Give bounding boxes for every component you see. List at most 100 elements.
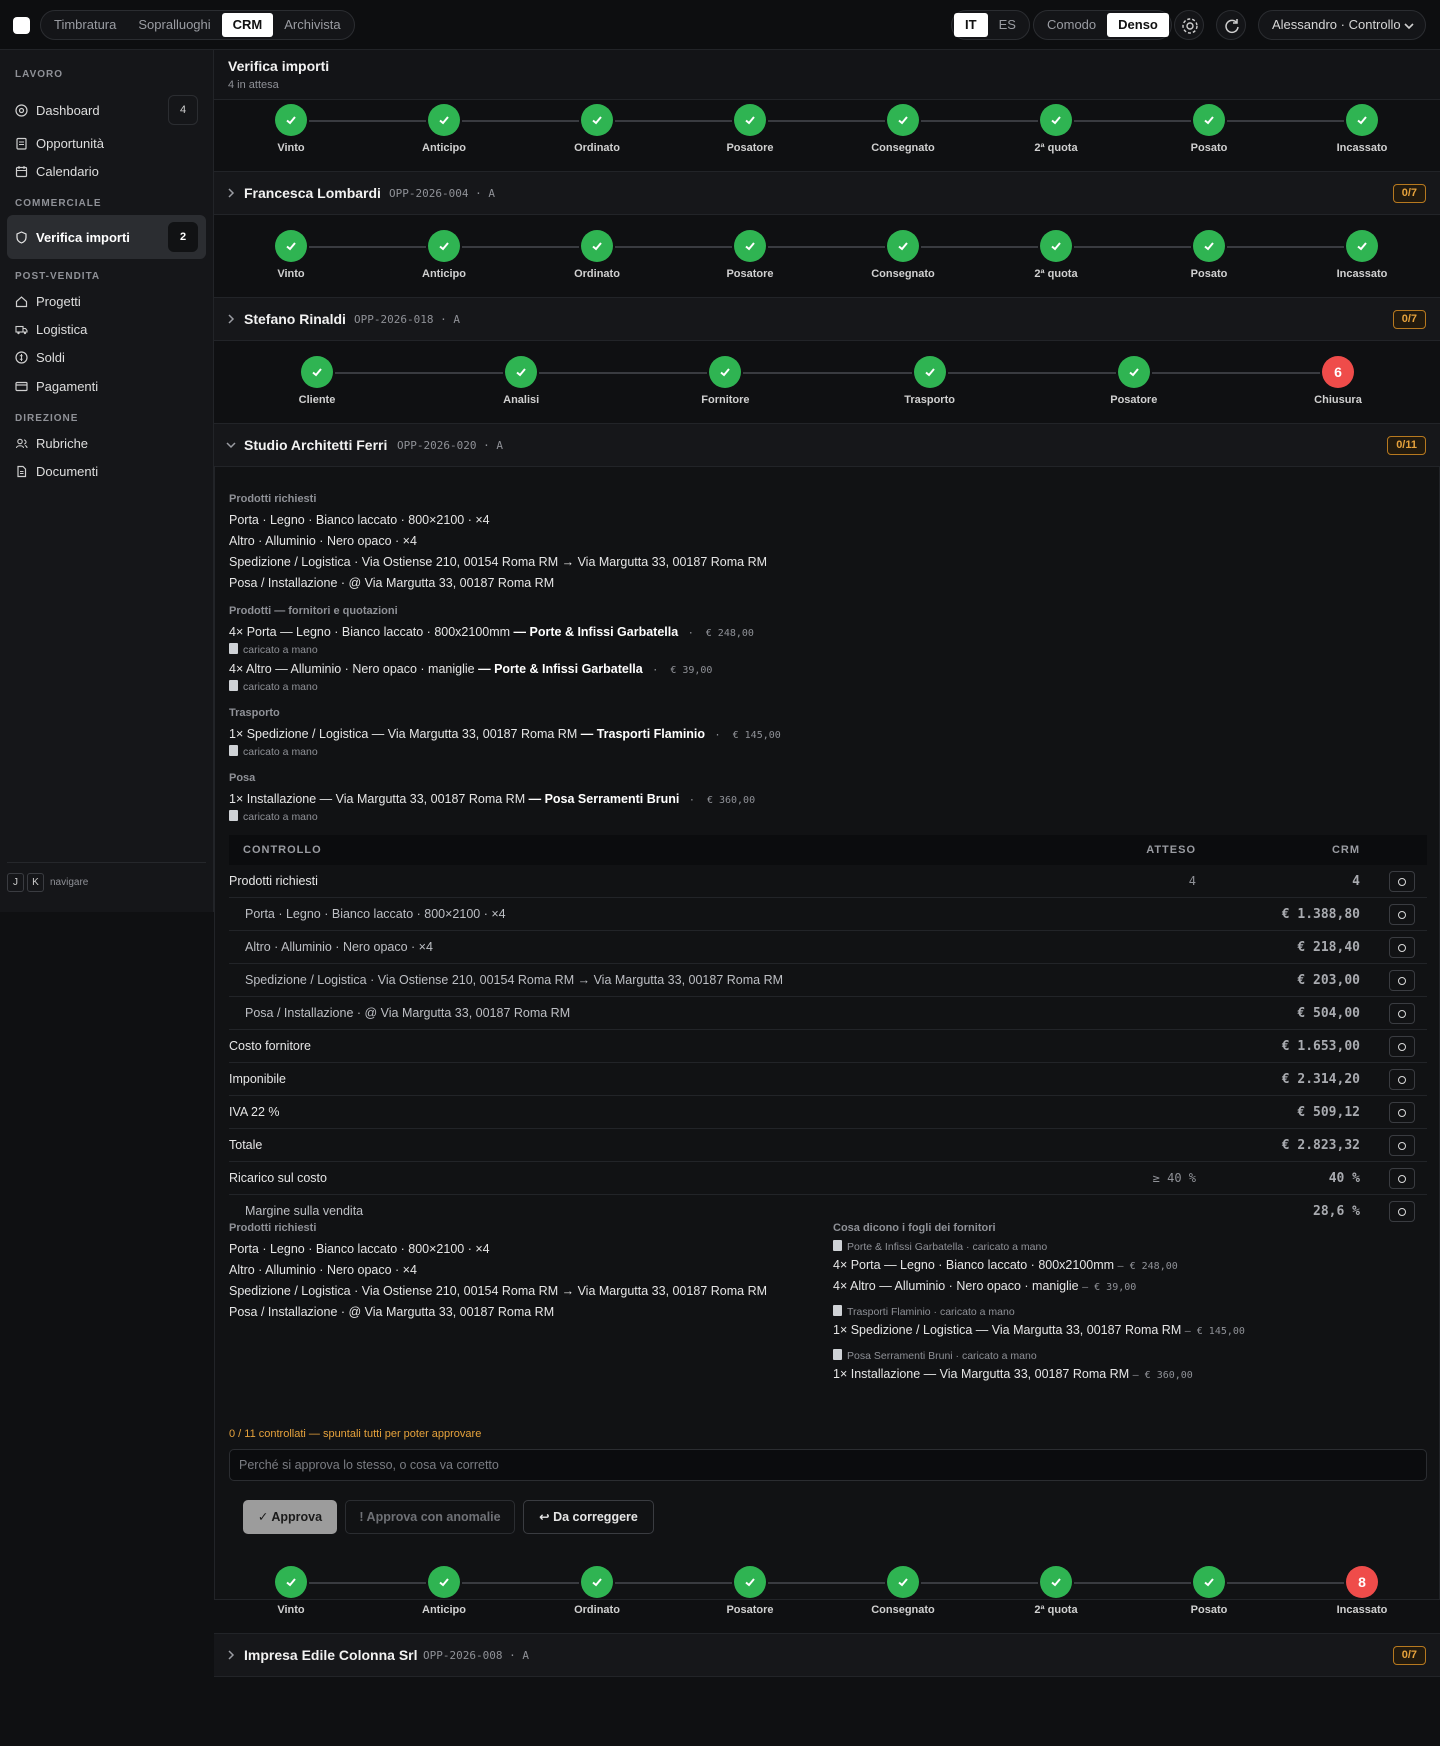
sidebar-item-verifica-importi[interactable]: Verifica importi 2	[7, 215, 206, 259]
document-icon	[229, 680, 238, 691]
control-row: Posa / Installazione · @ Via Margutta 33…	[229, 997, 1427, 1030]
control-label: Spedizione / Logistica · Via Ostiense 21…	[245, 973, 784, 987]
sheet-line: 1× Installazione — Via Margutta 33, 0018…	[833, 1367, 1193, 1381]
control-check-toggle[interactable]	[1389, 1069, 1415, 1090]
check-icon	[1346, 104, 1378, 136]
manual-upload-note: caricato a mano	[229, 810, 318, 823]
control-row: IVA 22 % € 509,12	[229, 1096, 1427, 1129]
check-icon	[734, 104, 766, 136]
tab-timbratura[interactable]: Timbratura	[43, 13, 127, 37]
opportunity-row-expanded[interactable]: Studio Architetti Ferri OPP-2026-020 · A…	[214, 423, 1440, 467]
control-check-toggle[interactable]	[1389, 937, 1415, 958]
progress-badge: 0/7	[1392, 310, 1426, 329]
requested-item: Spedizione / Logistica · Via Ostiense 21…	[229, 555, 768, 569]
requested-item: Porta · Legno · Bianco laccato · 800×210…	[229, 513, 490, 527]
sheet-line: 4× Porta — Legno · Bianco laccato · 800x…	[833, 1258, 1178, 1272]
needs-correction-button[interactable]: ↩ Da correggere	[523, 1500, 654, 1534]
step-label: Posato	[1190, 268, 1228, 280]
density-denso-button[interactable]: Denso	[1107, 13, 1169, 37]
control-check-toggle[interactable]	[1389, 1201, 1415, 1222]
top-bar: Timbratura Sopralluoghi CRM Archivista I…	[0, 0, 1440, 50]
keyboard-hint-label: navigare	[50, 877, 89, 888]
step-label: 2ª quota	[1034, 1604, 1078, 1616]
sidebar-item-pagamenti[interactable]: Pagamenti	[7, 372, 206, 400]
control-row: Porta · Legno · Bianco laccato · 800×210…	[229, 898, 1427, 931]
step: Cliente	[257, 352, 377, 406]
control-label: Ricarico sul costo	[229, 1171, 327, 1185]
density-comodo-button[interactable]: Comodo	[1036, 13, 1107, 37]
sidebar-item-rubriche[interactable]: Rubriche	[7, 429, 206, 457]
reason-input[interactable]: Perché si approva lo stesso, o cosa va c…	[229, 1449, 1427, 1481]
progress-stepper: Vinto Anticipo Ordinato Posatore Consegnato 2…	[214, 100, 1440, 170]
sidebar-item-logistica[interactable]: Logistica	[7, 315, 206, 343]
step-label: Consegnato	[871, 1604, 935, 1616]
requested-item: Posa / Installazione · @ Via Margutta 33…	[229, 576, 555, 590]
tab-sopralluoghi[interactable]: Sopralluoghi	[127, 13, 221, 37]
refresh-icon	[1225, 19, 1239, 34]
circle-icon	[1398, 910, 1406, 919]
opportunity-row[interactable]: Francesca Lombardi OPP-2026-004 · A 0/7	[214, 171, 1440, 215]
control-crm-value: € 203,00	[1297, 973, 1360, 988]
check-icon	[1346, 230, 1378, 262]
calendar-icon	[15, 165, 28, 177]
sidebar-item-dashboard[interactable]: Dashboard 4	[7, 93, 206, 127]
density-toggle: Comodo Denso	[1033, 10, 1172, 40]
step: Ordinato	[537, 226, 657, 280]
lang-es-button[interactable]: ES	[988, 13, 1027, 37]
sidebar-item-calendario[interactable]: Calendario	[7, 157, 206, 185]
control-check-toggle[interactable]	[1389, 970, 1415, 991]
control-check-toggle[interactable]	[1389, 904, 1415, 925]
check-icon	[887, 230, 919, 262]
step-label: Consegnato	[871, 142, 935, 154]
page-title: Verifica importi	[228, 58, 330, 74]
step-label: Chiusura	[1314, 394, 1362, 406]
control-crm-value: € 504,00	[1297, 1006, 1360, 1021]
step-label: Ordinato	[574, 142, 620, 154]
tab-archivista[interactable]: Archivista	[273, 13, 351, 37]
settings-button[interactable]	[1174, 10, 1204, 40]
opportunity-row[interactable]: Impresa Edile Colonna Srl OPP-2026-008 ·…	[214, 1633, 1440, 1677]
step-number: 8	[1346, 1566, 1378, 1598]
check-icon	[1193, 1566, 1225, 1598]
transport-quote: 1× Spedizione / Logistica — Via Margutta…	[229, 727, 781, 741]
check-icon	[887, 104, 919, 136]
requested-item: Porta · Legno · Bianco laccato · 800×210…	[229, 1242, 490, 1256]
control-check-toggle[interactable]	[1389, 871, 1415, 892]
step: Posatore	[690, 226, 810, 280]
control-check-toggle[interactable]	[1389, 1102, 1415, 1123]
opportunity-row[interactable]: Stefano Rinaldi OPP-2026-018 · A 0/7	[214, 297, 1440, 341]
control-label: Prodotti richiesti	[229, 874, 318, 888]
control-crm-value: 40 %	[1328, 1171, 1360, 1186]
step-label: Posatore	[726, 268, 774, 280]
check-icon	[581, 230, 613, 262]
check-icon	[1040, 104, 1072, 136]
approve-with-anomalies-button[interactable]: ! Approva con anomalie	[345, 1500, 515, 1534]
control-check-toggle[interactable]	[1389, 1135, 1415, 1156]
check-icon	[1040, 230, 1072, 262]
verifica-importi-count: 2	[168, 222, 198, 252]
step: Consegnato	[843, 1562, 963, 1616]
refresh-button[interactable]	[1216, 10, 1246, 40]
tab-crm[interactable]: CRM	[221, 13, 274, 37]
target-icon	[15, 103, 28, 117]
sidebar-item-documenti[interactable]: Documenti	[7, 457, 206, 485]
step: Vinto	[231, 100, 351, 154]
check-icon	[581, 104, 613, 136]
manual-upload-note: caricato a mano	[229, 643, 318, 656]
sidebar-item-progetti[interactable]: Progetti	[7, 287, 206, 315]
approve-button[interactable]: ✓ Approva	[243, 1500, 337, 1534]
control-crm-value: € 1.388,80	[1281, 907, 1360, 922]
control-check-toggle[interactable]	[1389, 1036, 1415, 1057]
lang-it-button[interactable]: IT	[954, 13, 988, 37]
control-check-toggle[interactable]	[1389, 1003, 1415, 1024]
sidebar-item-opportunita[interactable]: Opportunità	[7, 129, 206, 157]
sheet-source: Posa Serramenti Bruni · caricato a mano	[833, 1349, 1037, 1362]
opportunity-name: Stefano Rinaldi	[244, 311, 346, 327]
check-icon	[275, 230, 307, 262]
step-label: Analisi	[503, 394, 540, 406]
opportunity-name: Studio Architetti Ferri	[244, 437, 388, 453]
sidebar-item-soldi[interactable]: Soldi	[7, 343, 206, 371]
control-check-toggle[interactable]	[1389, 1168, 1415, 1189]
file-icon	[17, 465, 27, 477]
user-menu-button[interactable]: Alessandro · Controllo	[1258, 10, 1426, 40]
